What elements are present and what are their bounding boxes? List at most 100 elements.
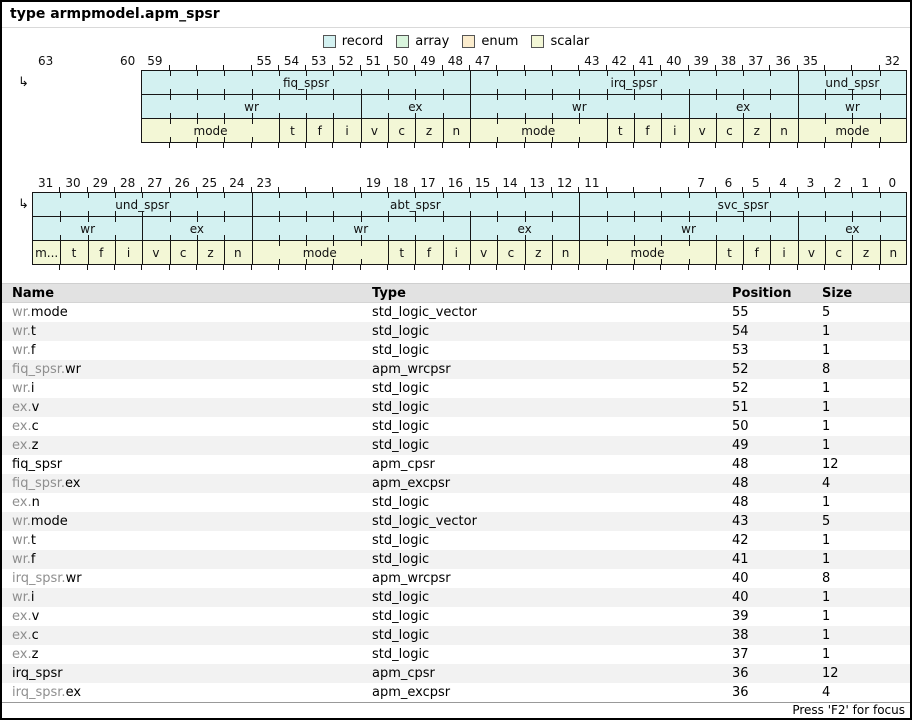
bit-tick (497, 217, 498, 222)
field-cell-z[interactable]: z (743, 119, 770, 142)
field-cell-t[interactable]: t (60, 241, 87, 264)
field-cell-mode[interactable]: mode (470, 119, 607, 142)
table-row[interactable]: fiq_spsr.wrapm_wrcpsr528 (2, 360, 910, 379)
bit-tick (361, 193, 362, 198)
bit-tick (742, 143, 743, 148)
table-row[interactable]: wr.istd_logic521 (2, 379, 910, 398)
type-viewer-window: type armpmodel.apm_spsr recordarrayenums… (0, 0, 912, 720)
table-row[interactable]: ex.zstd_logic491 (2, 436, 910, 455)
field-cell-mode[interactable]: mode (252, 241, 389, 264)
field-cell-n[interactable]: n (880, 241, 907, 264)
bit-number: 47 (469, 54, 496, 68)
bit-number: 23 (251, 176, 278, 190)
field-cell-z[interactable]: z (197, 241, 224, 264)
bit-tick (743, 71, 744, 76)
field-cell-i[interactable]: i (661, 119, 688, 142)
field-separator (88, 241, 89, 264)
type-cell: apm_excpsr (372, 474, 450, 493)
name-leaf: wr (65, 362, 81, 377)
field-cell-n[interactable]: n (770, 119, 797, 142)
table-row[interactable]: ex.cstd_logic501 (2, 417, 910, 436)
field-cell-c[interactable]: c (825, 241, 852, 264)
table-row[interactable]: ex.cstd_logic381 (2, 626, 910, 645)
table-row[interactable]: irq_spsr.wrapm_wrcpsr408 (2, 569, 910, 588)
field-cell-z[interactable]: z (525, 241, 552, 264)
bit-tick (661, 193, 662, 198)
field-cell-c[interactable]: c (497, 241, 524, 264)
field-cell-v[interactable]: v (798, 241, 825, 264)
field-cell-t[interactable]: t (607, 119, 634, 142)
field-cell-i[interactable]: i (333, 119, 360, 142)
bit-tick (415, 71, 416, 76)
table-row[interactable]: wr.tstd_logic421 (2, 531, 910, 550)
name-leaf: i (31, 590, 35, 605)
field-cell-i[interactable]: i (770, 241, 797, 264)
name-cell: irq_spsr.wr (12, 569, 82, 588)
field-separator (552, 241, 553, 264)
row-wrap-arrow-icon: ↳ (18, 198, 29, 211)
field-cell-i[interactable]: i (443, 241, 470, 264)
field-cell-m[interactable]: m... (33, 241, 60, 264)
field-cell-f[interactable]: f (88, 241, 115, 264)
field-cell-t[interactable]: t (388, 241, 415, 264)
table-row[interactable]: ex.nstd_logic481 (2, 493, 910, 512)
field-separator (798, 241, 799, 264)
bit-tick (689, 71, 690, 76)
field-cell-t[interactable]: t (279, 119, 306, 142)
bit-tick (415, 217, 416, 222)
bit-number: 42 (606, 54, 633, 68)
field-cell-f[interactable]: f (306, 119, 333, 142)
field-cell-v[interactable]: v (142, 241, 169, 264)
field-cell-v[interactable]: v (470, 241, 497, 264)
field-cell-c[interactable]: c (388, 119, 415, 142)
name-leaf: i (31, 381, 35, 396)
table-row[interactable]: wr.modestd_logic_vector555 (2, 303, 910, 322)
table-row[interactable]: wr.modestd_logic_vector435 (2, 512, 910, 531)
name-prefix: wr. (12, 590, 31, 605)
field-cell-n[interactable]: n (552, 241, 579, 264)
bit-tick (251, 265, 252, 270)
field-cell-z[interactable]: z (852, 241, 879, 264)
field-cell-z[interactable]: z (415, 119, 442, 142)
field-cell-mode[interactable]: mode (579, 241, 716, 264)
bit-tick (607, 71, 608, 76)
field-cell-v[interactable]: v (361, 119, 388, 142)
field-cell-c[interactable]: c (716, 119, 743, 142)
field-cell-f[interactable]: f (415, 241, 442, 264)
table-row[interactable]: wr.fstd_logic531 (2, 341, 910, 360)
field-cell-f[interactable]: f (743, 241, 770, 264)
field-cell-n[interactable]: n (443, 119, 470, 142)
field-separator (798, 71, 799, 94)
field-separator (579, 217, 580, 240)
bit-tick (279, 259, 280, 264)
table-row[interactable]: wr.tstd_logic541 (2, 322, 910, 341)
table-row[interactable]: ex.vstd_logic511 (2, 398, 910, 417)
field-cell-c[interactable]: c (170, 241, 197, 264)
bit-tick (770, 217, 771, 222)
name-cell: fiq_spsr.ex (12, 474, 81, 493)
bit-diagram-lower: 3130292827262524231918171615141312117654… (2, 176, 910, 272)
table-row[interactable]: wr.istd_logic401 (2, 588, 910, 607)
field-cell-mode[interactable]: mode (142, 119, 279, 142)
name-prefix: ex. (12, 419, 32, 434)
table-row[interactable]: wr.fstd_logic411 (2, 550, 910, 569)
bit-tick (607, 193, 608, 198)
bit-tick (443, 217, 444, 222)
table-row[interactable]: ex.vstd_logic391 (2, 607, 910, 626)
field-cell-v[interactable]: v (689, 119, 716, 142)
table-row[interactable]: ex.zstd_logic371 (2, 645, 910, 664)
field-cell-i[interactable]: i (115, 241, 142, 264)
field-cell-n[interactable]: n (224, 241, 251, 264)
table-row[interactable]: fiq_spsrapm_cpsr4812 (2, 455, 910, 474)
field-separator (743, 241, 744, 264)
field-cell-t[interactable]: t (716, 241, 743, 264)
table-row[interactable]: fiq_spsr.exapm_excpsr484 (2, 474, 910, 493)
table-row[interactable]: irq_spsr.exapm_excpsr364 (2, 683, 910, 702)
bit-tick (224, 95, 225, 100)
field-cell-f[interactable]: f (634, 119, 661, 142)
table-row[interactable]: irq_spsrapm_cpsr3612 (2, 664, 910, 683)
bit-tick (115, 217, 116, 222)
status-text: Press 'F2' for focus (792, 703, 905, 717)
name-leaf: f (31, 552, 36, 567)
bit-tick (333, 241, 334, 246)
